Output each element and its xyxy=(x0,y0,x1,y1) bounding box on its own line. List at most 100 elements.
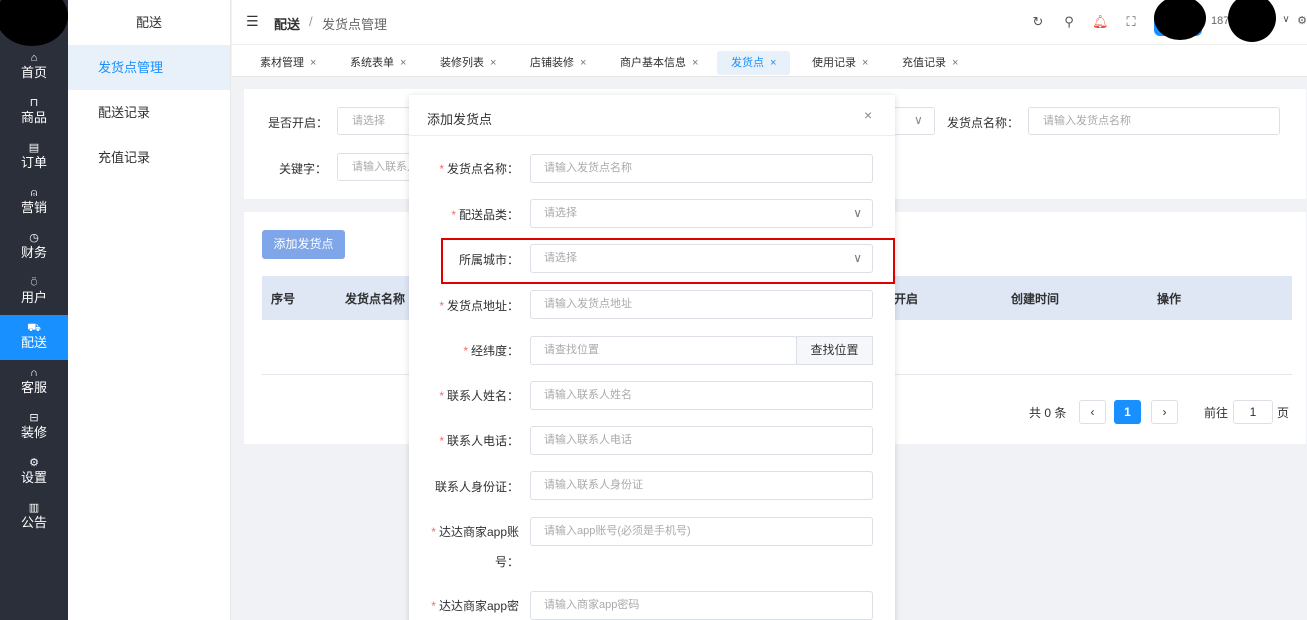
order-icon: ▤ xyxy=(28,142,40,154)
close-icon[interactable]: × xyxy=(952,57,958,69)
tab-shipping-point[interactable]: 发货点 × xyxy=(717,51,791,75)
close-icon[interactable]: × xyxy=(770,57,776,69)
field-label-coords: * 经纬度： xyxy=(463,344,519,358)
tab-label: 商户基本信息 xyxy=(620,57,686,69)
breadcrumb-root[interactable]: 配送 xyxy=(274,14,300,33)
coords-input[interactable]: 请查找位置 xyxy=(530,336,797,365)
field-label-address: * 发货点地址： xyxy=(439,299,519,313)
address-input[interactable]: 请输入发货点地址 xyxy=(530,290,873,319)
category-placeholder: 请选择 xyxy=(544,207,577,219)
search-icon[interactable]: ⚲ xyxy=(1061,14,1077,30)
dialog-divider xyxy=(409,135,895,136)
nav-item-label: 商品 xyxy=(20,110,47,125)
close-icon[interactable]: × xyxy=(490,57,496,69)
goto-page-input[interactable]: 1 xyxy=(1233,400,1273,424)
headset-icon: ∩ xyxy=(30,367,38,379)
nav-item-label: 公告 xyxy=(20,515,47,530)
find-location-button[interactable]: 查找位置 xyxy=(796,336,873,365)
nav-item-settings[interactable]: ⚙ 设置 xyxy=(0,450,68,495)
refresh-icon[interactable]: ↻ xyxy=(1030,14,1046,30)
dada-account-input[interactable]: 请输入app账号(必须是手机号) xyxy=(530,517,873,546)
nav-item-label: 财务 xyxy=(20,245,47,260)
nav-item-orders[interactable]: ▤ 订单 xyxy=(0,135,68,180)
contact-name-input[interactable]: 请输入联系人姓名 xyxy=(530,381,873,410)
notification-icon[interactable]: 🔔︎ xyxy=(1092,14,1109,30)
tab-label: 充值记录 xyxy=(902,57,946,69)
field-label-name: * 发货点名称： xyxy=(439,162,519,176)
nav-item-label: 客服 xyxy=(20,380,47,395)
nav-item-label: 配送 xyxy=(20,335,47,350)
sidebar-item-recharge-records[interactable]: 充值记录 xyxy=(68,135,230,180)
tab-system-form[interactable]: 系统表单 × xyxy=(350,51,406,75)
nav-item-notice[interactable]: ▥ 公告 xyxy=(0,495,68,540)
col-actions: 操作 xyxy=(1157,292,1182,306)
close-icon[interactable]: × xyxy=(400,57,406,69)
nav-item-label: 装修 xyxy=(20,425,47,440)
nav-item-finance[interactable]: ◷ 财务 xyxy=(0,225,68,270)
nav-item-delivery[interactable]: ⛟ 配送 xyxy=(0,315,68,360)
nav-item-label: 设置 xyxy=(20,470,47,485)
nav-item-home[interactable]: ⌂ 首页 xyxy=(0,45,68,90)
logo xyxy=(0,0,68,46)
nav-item-users[interactable]: ⍥ 用户 xyxy=(0,270,68,315)
tab-merchant-info[interactable]: 商户基本信息 × xyxy=(620,51,698,75)
nav-item-goods[interactable]: ⊓ 商品 xyxy=(0,90,68,135)
close-icon[interactable]: × xyxy=(864,107,872,123)
sub-sidebar-title: 配送 xyxy=(135,15,162,30)
tab-material[interactable]: 素材管理 × xyxy=(260,51,316,75)
col-enabled: 开启 xyxy=(894,292,919,306)
name-input[interactable]: 请输入发货点名称 xyxy=(1028,107,1280,135)
pagination-total: 共 0 条 xyxy=(1029,406,1067,420)
contact-id-input[interactable]: 请输入联系人身份证 xyxy=(530,471,873,500)
tab-label: 使用记录 xyxy=(812,57,856,69)
field-label-contact-phone: * 联系人电话： xyxy=(439,434,519,448)
close-icon[interactable]: × xyxy=(692,57,698,69)
field-label-dada-account: * 达达商家app账 xyxy=(431,525,519,539)
shipping-point-name-input[interactable]: 请输入发货点名称 xyxy=(530,154,873,183)
close-icon[interactable]: × xyxy=(580,57,586,69)
col-created: 创建时间 xyxy=(1011,292,1060,306)
gear-icon[interactable]: ⚙ xyxy=(1294,14,1307,27)
sidebar-item-delivery-records[interactable]: 配送记录 xyxy=(68,90,230,135)
field-label-dada-password: * 达达商家app密 xyxy=(431,599,519,613)
tab-recharge-records[interactable]: 充值记录 × xyxy=(902,51,958,75)
dialog-title: 添加发货点 xyxy=(427,112,493,127)
add-shipping-point-button[interactable]: 添加发货点 xyxy=(262,230,345,259)
tab-usage-records[interactable]: 使用记录 × xyxy=(812,51,868,75)
nav-item-marketing[interactable]: ⍝ 营销 xyxy=(0,180,68,225)
prev-page-button[interactable]: ‹ xyxy=(1079,400,1106,424)
add-shipping-point-dialog: 添加发货点 × * 发货点名称： 请输入发货点名称 * 配送品类： 请选择 ∨ 所属城… xyxy=(409,95,895,620)
tab-label: 发货点 xyxy=(731,57,764,69)
hamburger-icon[interactable]: ☰ xyxy=(246,13,259,30)
truck-icon: ⛟ xyxy=(27,322,41,334)
next-page-button[interactable]: › xyxy=(1151,400,1178,424)
page-number-current[interactable]: 1 xyxy=(1114,400,1141,424)
contact-phone-input[interactable]: 请输入联系人电话 xyxy=(530,426,873,455)
gear-icon: ⚙ xyxy=(29,457,39,469)
category-select[interactable]: 请选择 ∨ xyxy=(530,199,873,228)
top-header: ☰ 配送 / 发货点管理 ↻ ⚲ 🔔︎ ⛶ 187 ∨ ⚙ xyxy=(232,0,1307,45)
nav-item-service[interactable]: ∩ 客服 xyxy=(0,360,68,405)
nav-item-decoration[interactable]: ⊟ 装修 xyxy=(0,405,68,450)
avatar-secondary[interactable] xyxy=(1228,0,1276,42)
notice-icon: ▥ xyxy=(28,502,40,514)
fullscreen-icon[interactable]: ⛶ xyxy=(1123,14,1139,30)
sub-sidebar: 配送 发货点管理 配送记录 充值记录 xyxy=(68,0,231,620)
highlight-box xyxy=(441,238,895,284)
tab-decoration-list[interactable]: 装修列表 × xyxy=(440,51,496,75)
nav-item-label: 订单 xyxy=(20,155,47,170)
goto-suffix: 页 xyxy=(1277,406,1290,420)
close-icon[interactable]: × xyxy=(310,57,316,69)
username[interactable]: 187 xyxy=(1211,15,1229,27)
name-label: 发货点名称： xyxy=(947,116,1020,130)
nav-item-label: 营销 xyxy=(20,200,47,215)
sidebar-item-shipping-points[interactable]: 发货点管理 xyxy=(68,45,230,90)
tab-label: 店铺装修 xyxy=(530,57,574,69)
brush-icon: ⊟ xyxy=(29,412,39,424)
chevron-down-icon[interactable]: ∨ xyxy=(1278,14,1294,25)
nav-item-label: 用户 xyxy=(20,290,47,305)
dada-password-input[interactable]: 请输入商家app密码 xyxy=(530,591,873,620)
close-icon[interactable]: × xyxy=(862,57,868,69)
tab-store-decoration[interactable]: 店铺装修 × xyxy=(530,51,586,75)
enabled-label: 是否开启： xyxy=(268,116,329,130)
